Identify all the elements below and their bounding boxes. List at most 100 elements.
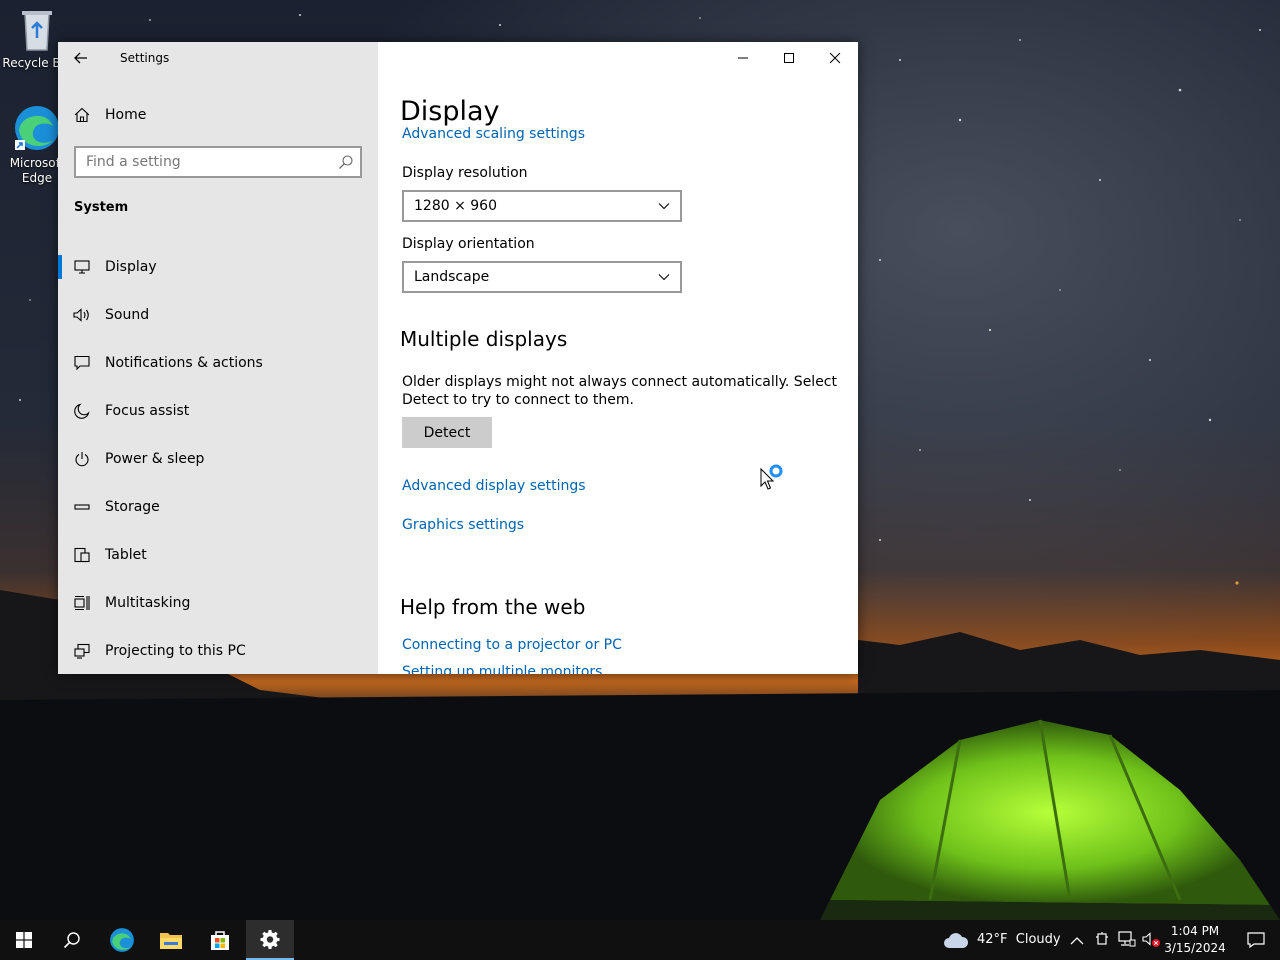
- windows-logo-icon: [16, 932, 32, 948]
- weather-widget[interactable]: 42°F Cloudy: [943, 928, 1063, 952]
- content-pane: Advanced scaling settings Display Displa…: [378, 42, 858, 674]
- app-title: Settings: [120, 51, 170, 65]
- advanced-scaling-link[interactable]: Advanced scaling settings: [402, 126, 585, 142]
- recycle-bin-icon: [22, 11, 52, 51]
- multitasking-icon: [58, 595, 105, 611]
- chevron-up-icon: [1070, 937, 1084, 945]
- cloud-icon: [944, 933, 969, 948]
- taskbar-edge-button[interactable]: [98, 920, 146, 960]
- section-title: System: [74, 200, 129, 215]
- sidebar-item-label: Power & sleep: [105, 451, 205, 467]
- tablet-icon: [58, 547, 105, 563]
- settings-window: Settings Home System Display: [58, 42, 858, 674]
- maximize-icon: [784, 53, 794, 63]
- sidebar-item-notifications[interactable]: Notifications & actions: [58, 339, 378, 387]
- gear-icon: [260, 930, 280, 949]
- notification-icon: [1247, 932, 1265, 948]
- close-icon: [829, 52, 841, 64]
- monitor-icon: [58, 259, 105, 275]
- tray-volume-icon[interactable]: [1142, 931, 1162, 953]
- help-link-multiple-monitors[interactable]: Setting up multiple monitors: [402, 664, 602, 674]
- multiple-displays-description: Older displays might not always connect …: [402, 374, 837, 408]
- power-icon: [58, 451, 105, 467]
- sidebar-item-home[interactable]: Home: [58, 98, 378, 132]
- back-button[interactable]: [68, 46, 94, 70]
- sidebar-item-label: Display: [105, 259, 157, 275]
- sidebar-item-label: Notifications & actions: [105, 355, 263, 371]
- show-hidden-icons-button[interactable]: [1070, 932, 1084, 951]
- sidebar: Settings Home System Display: [58, 42, 378, 674]
- sidebar-item-label: Tablet: [105, 547, 147, 563]
- window-controls: [720, 42, 858, 74]
- storage-icon: [58, 499, 105, 515]
- mouse-cursor: [760, 462, 786, 492]
- clock[interactable]: 1:04 PM 3/15/2024: [1162, 923, 1228, 957]
- projecting-icon: [58, 643, 105, 659]
- store-icon: [211, 931, 229, 950]
- help-heading: Help from the web: [400, 595, 586, 619]
- title-bar[interactable]: Settings: [58, 42, 378, 74]
- tray-device-icon[interactable]: [1095, 931, 1109, 951]
- search-icon: [63, 932, 80, 949]
- multiple-displays-heading: Multiple displays: [400, 327, 568, 351]
- sidebar-item-power-sleep[interactable]: Power & sleep: [58, 435, 378, 483]
- taskbar-store-button[interactable]: [196, 920, 244, 960]
- maximize-button[interactable]: [766, 42, 812, 74]
- sidebar-item-label: Multitasking: [105, 595, 191, 611]
- speaker-icon: [58, 307, 105, 323]
- close-button[interactable]: [812, 42, 858, 74]
- sidebar-item-label: Storage: [105, 499, 160, 515]
- search-input[interactable]: [76, 148, 326, 176]
- sidebar-item-tablet[interactable]: Tablet: [58, 531, 378, 579]
- help-link-projector[interactable]: Connecting to a projector or PC: [402, 637, 622, 653]
- back-arrow-icon: [74, 52, 87, 64]
- edge-icon: [110, 928, 134, 952]
- advanced-display-settings-link[interactable]: Advanced display settings: [402, 478, 586, 494]
- moon-icon: [58, 403, 105, 419]
- chevron-down-icon: [658, 274, 670, 281]
- resolution-label: Display resolution: [402, 165, 528, 181]
- volume-muted-icon: [1142, 932, 1160, 947]
- tray-network-icon[interactable]: [1118, 931, 1136, 951]
- detect-button[interactable]: Detect: [402, 417, 492, 448]
- sidebar-item-focus-assist[interactable]: Focus assist: [58, 387, 378, 435]
- action-center-button[interactable]: [1232, 920, 1280, 960]
- minimize-button[interactable]: [720, 42, 766, 74]
- taskbar: 42°F Cloudy 1:04 PM 3/15/2024: [0, 920, 1280, 960]
- resolution-dropdown[interactable]: 1280 × 960: [402, 190, 682, 222]
- taskbar-settings-button[interactable]: [246, 920, 294, 960]
- device-icon: [1096, 932, 1108, 945]
- search-icon[interactable]: [338, 154, 354, 174]
- search-box: [74, 146, 362, 178]
- folder-icon: [160, 933, 182, 949]
- sidebar-item-storage[interactable]: Storage: [58, 483, 378, 531]
- clock-date: 3/15/2024: [1164, 941, 1226, 955]
- home-icon: [58, 107, 105, 123]
- sidebar-item-multitasking[interactable]: Multitasking: [58, 579, 378, 627]
- taskbar-search-button[interactable]: [48, 920, 96, 960]
- sidebar-item-sound[interactable]: Sound: [58, 291, 378, 339]
- sidebar-item-display[interactable]: Display: [58, 243, 378, 291]
- sidebar-item-label: Sound: [105, 307, 150, 323]
- desktop-icon-label: Microsoft Edge: [9, 156, 65, 185]
- busy-cursor-icon: [760, 464, 783, 490]
- page-title: Display: [400, 96, 540, 127]
- chevron-down-icon: [658, 203, 670, 210]
- graphics-settings-link[interactable]: Graphics settings: [402, 517, 524, 533]
- orientation-value: Landscape: [414, 269, 490, 285]
- edge-icon: [15, 106, 59, 150]
- sidebar-nav: Display Sound Notifications & actions Fo…: [58, 243, 378, 674]
- sidebar-item-projecting[interactable]: Projecting to this PC: [58, 627, 378, 674]
- weather-text: 42°F Cloudy: [977, 932, 1061, 947]
- orientation-dropdown[interactable]: Landscape: [402, 261, 682, 293]
- clock-time: 1:04 PM: [1170, 924, 1220, 938]
- network-icon: [1118, 931, 1136, 947]
- sidebar-item-label: Projecting to this PC: [105, 643, 246, 659]
- resolution-value: 1280 × 960: [414, 198, 497, 214]
- sidebar-item-label: Focus assist: [105, 403, 190, 419]
- start-button[interactable]: [0, 920, 48, 960]
- minimize-icon: [738, 57, 748, 59]
- notification-icon: [58, 355, 105, 371]
- taskbar-file-explorer-button[interactable]: [147, 920, 195, 960]
- orientation-label: Display orientation: [402, 236, 535, 252]
